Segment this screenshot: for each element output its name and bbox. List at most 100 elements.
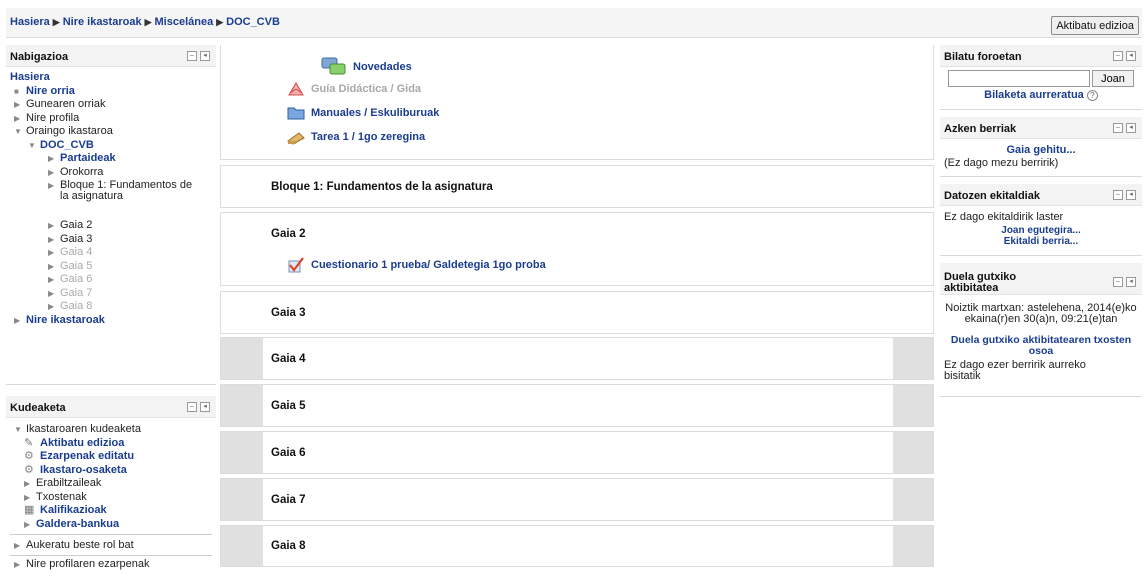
expand-arrow-icon[interactable]: ▶ <box>14 314 26 328</box>
section-title[interactable]: Gaia 6 <box>271 447 306 459</box>
admin-item-course-admin[interactable]: Ikastaroaren kudeaketa <box>26 423 141 437</box>
collapse-arrow-icon[interactable]: ▼ <box>14 423 26 437</box>
expand-arrow-icon[interactable]: ▶ <box>24 491 36 505</box>
add-topic-link[interactable]: Gaia gehitu... <box>1006 144 1075 156</box>
expand-arrow-icon[interactable]: ▶ <box>48 179 60 192</box>
turn-editing-on-button[interactable]: Aktibatu edizioa <box>1051 16 1139 35</box>
dock-icon[interactable]: ◂ <box>1126 190 1136 200</box>
activity-news-forum[interactable]: Novedades <box>321 57 412 77</box>
admin-item-switch-role[interactable]: Aukeratu beste rol bat <box>26 539 134 553</box>
nav-item-current-course[interactable]: Oraingo ikastaroa <box>26 125 113 139</box>
expand-arrow-icon[interactable]: ▶ <box>48 246 60 260</box>
section-title[interactable]: Gaia 5 <box>271 400 306 412</box>
collapse-icon[interactable]: – <box>1113 123 1123 133</box>
dock-icon[interactable]: ◂ <box>1126 123 1136 133</box>
nav-item-participants[interactable]: Partaideak <box>60 152 116 166</box>
admin-item-profile-settings[interactable]: Nire profilaren ezarpenak <box>26 558 150 572</box>
activity-assignment-label[interactable]: Tarea 1 / 1go zeregina <box>311 131 425 143</box>
expand-arrow-icon[interactable]: ▶ <box>48 166 60 180</box>
dock-icon[interactable]: ◂ <box>1126 51 1136 61</box>
activity-news-forum-label[interactable]: Novedades <box>353 61 412 73</box>
admin-item-turn-editing-on[interactable]: Aktibatu edizioa <box>40 437 124 451</box>
collapse-icon[interactable]: – <box>1113 51 1123 61</box>
collapse-icon[interactable]: – <box>1113 190 1123 200</box>
expand-arrow-icon[interactable]: ▶ <box>48 152 60 166</box>
breadcrumb-course[interactable]: DOC_CVB <box>226 16 280 28</box>
admin-item-course-completion[interactable]: Ikastaro-osaketa <box>40 464 127 478</box>
expand-arrow-icon[interactable]: ▶ <box>48 287 60 301</box>
collapse-icon[interactable]: – <box>187 51 197 61</box>
activity-guide-pdf[interactable]: Guía Didáctica / Gida <box>287 81 421 97</box>
course-section-gaia-2: Gaia 2 Cuestionario 1 prueba/ Galdetegia… <box>220 212 934 286</box>
full-report-link[interactable]: Duela gutxiko aktibitatearen txosten oso… <box>950 335 1132 357</box>
advanced-search-link[interactable]: Bilaketa aurreratua <box>984 89 1084 101</box>
assignment-icon <box>287 129 305 145</box>
nav-item-dashboard[interactable]: Nire orria <box>26 85 75 99</box>
collapse-arrow-icon[interactable]: ▼ <box>14 125 26 139</box>
activity-manuals-folder[interactable]: Manuales / Eskuliburuak <box>287 105 439 121</box>
activity-manuals-folder-label[interactable]: Manuales / Eskuliburuak <box>311 107 439 119</box>
nav-item-gaia-4[interactable]: Gaia 4 <box>60 246 92 260</box>
breadcrumb-separator-icon: ▶ <box>216 17 224 27</box>
help-icon[interactable]: ? <box>1086 90 1098 101</box>
expand-arrow-icon[interactable]: ▶ <box>24 518 36 532</box>
expand-arrow-icon[interactable]: ▶ <box>48 233 60 247</box>
no-recent-activity-text: Ez dago ezer berririk aurreko bisitatik <box>944 359 1086 382</box>
section-title[interactable]: Gaia 8 <box>271 540 306 552</box>
expand-arrow-icon[interactable]: ▶ <box>48 219 60 233</box>
activity-quiz-label[interactable]: Cuestionario 1 prueba/ Galdetegia 1go pr… <box>311 259 546 271</box>
collapse-arrow-icon[interactable]: ▼ <box>28 139 40 153</box>
nav-item-gaia-2[interactable]: Gaia 2 <box>60 219 92 233</box>
search-go-button[interactable]: Joan <box>1092 70 1134 87</box>
expand-arrow-icon[interactable]: ▶ <box>48 260 60 274</box>
nav-item-my-courses[interactable]: Nire ikastaroak <box>26 314 105 328</box>
no-news-text: (Ez dago mezu berririk) <box>944 157 1059 169</box>
admin-item-reports[interactable]: Txostenak <box>36 491 87 505</box>
nav-item-gaia-6[interactable]: Gaia 6 <box>60 273 92 287</box>
breadcrumb-home[interactable]: Hasiera <box>10 16 50 28</box>
section-title[interactable]: Gaia 2 <box>271 228 306 240</box>
collapse-icon[interactable]: – <box>1113 277 1123 287</box>
breadcrumb-category[interactable]: Miscelánea <box>155 16 214 28</box>
nav-item-gaia-3[interactable]: Gaia 3 <box>60 233 92 247</box>
dock-icon[interactable]: ◂ <box>200 51 210 61</box>
admin-item-question-bank[interactable]: Galdera-bankua <box>36 518 119 532</box>
navigation-block-header: Nabigazioa – ◂ <box>6 45 216 67</box>
admin-item-grades[interactable]: Kalifikazioak <box>40 504 107 518</box>
admin-item-users[interactable]: Erabiltzaileak <box>36 477 101 491</box>
nav-item-my-profile[interactable]: Nire profila <box>26 112 79 126</box>
section-title[interactable]: Gaia 7 <box>271 494 306 506</box>
expand-arrow-icon[interactable]: ▶ <box>48 273 60 287</box>
dock-icon[interactable]: ◂ <box>1126 277 1136 287</box>
breadcrumb-my-courses[interactable]: Nire ikastaroak <box>63 16 142 28</box>
nav-item-bloque-1[interactable]: Bloque 1: Fundamentos de la asignatura <box>60 179 200 202</box>
expand-arrow-icon[interactable]: ▶ <box>14 98 26 112</box>
go-to-calendar-link[interactable]: Joan egutegira... <box>940 225 1142 236</box>
expand-arrow-icon[interactable]: ▶ <box>14 112 26 126</box>
course-section-bloque-1: Bloque 1: Fundamentos de la asignatura <box>220 165 934 208</box>
nav-item-home[interactable]: Hasiera <box>10 71 50 85</box>
search-forums-input[interactable] <box>948 70 1090 87</box>
new-event-link[interactable]: Ekitaldi berria... <box>940 236 1142 247</box>
admin-item-edit-settings[interactable]: Ezarpenak editatu <box>40 450 134 464</box>
nav-item-course-doc-cvb[interactable]: DOC_CVB <box>40 139 94 153</box>
nav-item-gaia-7[interactable]: Gaia 7 <box>60 287 92 301</box>
nav-item-gaia-5[interactable]: Gaia 5 <box>60 260 92 274</box>
collapse-icon[interactable]: – <box>187 402 197 412</box>
activity-guide-pdf-label[interactable]: Guía Didáctica / Gida <box>311 83 421 95</box>
nav-item-general[interactable]: Orokorra <box>60 166 103 180</box>
expand-arrow-icon[interactable]: ▶ <box>24 477 36 491</box>
nav-item-gaia-8[interactable]: Gaia 8 <box>60 300 92 314</box>
dock-icon[interactable]: ◂ <box>200 402 210 412</box>
expand-arrow-icon[interactable]: ▶ <box>14 539 26 553</box>
activity-assignment[interactable]: Tarea 1 / 1go zeregina <box>287 129 425 145</box>
section-title[interactable]: Bloque 1: Fundamentos de la asignatura <box>271 181 493 193</box>
activity-quiz[interactable]: Cuestionario 1 prueba/ Galdetegia 1go pr… <box>287 257 546 273</box>
course-section-gaia-5: Gaia 5 <box>220 384 934 427</box>
section-title[interactable]: Gaia 4 <box>271 353 306 365</box>
section-title[interactable]: Gaia 3 <box>271 307 306 319</box>
nav-item-site-pages[interactable]: Gunearen orriak <box>26 98 106 112</box>
breadcrumb-separator-icon: ▶ <box>144 17 152 27</box>
expand-arrow-icon[interactable]: ▶ <box>48 300 60 314</box>
expand-arrow-icon[interactable]: ▶ <box>14 558 26 572</box>
